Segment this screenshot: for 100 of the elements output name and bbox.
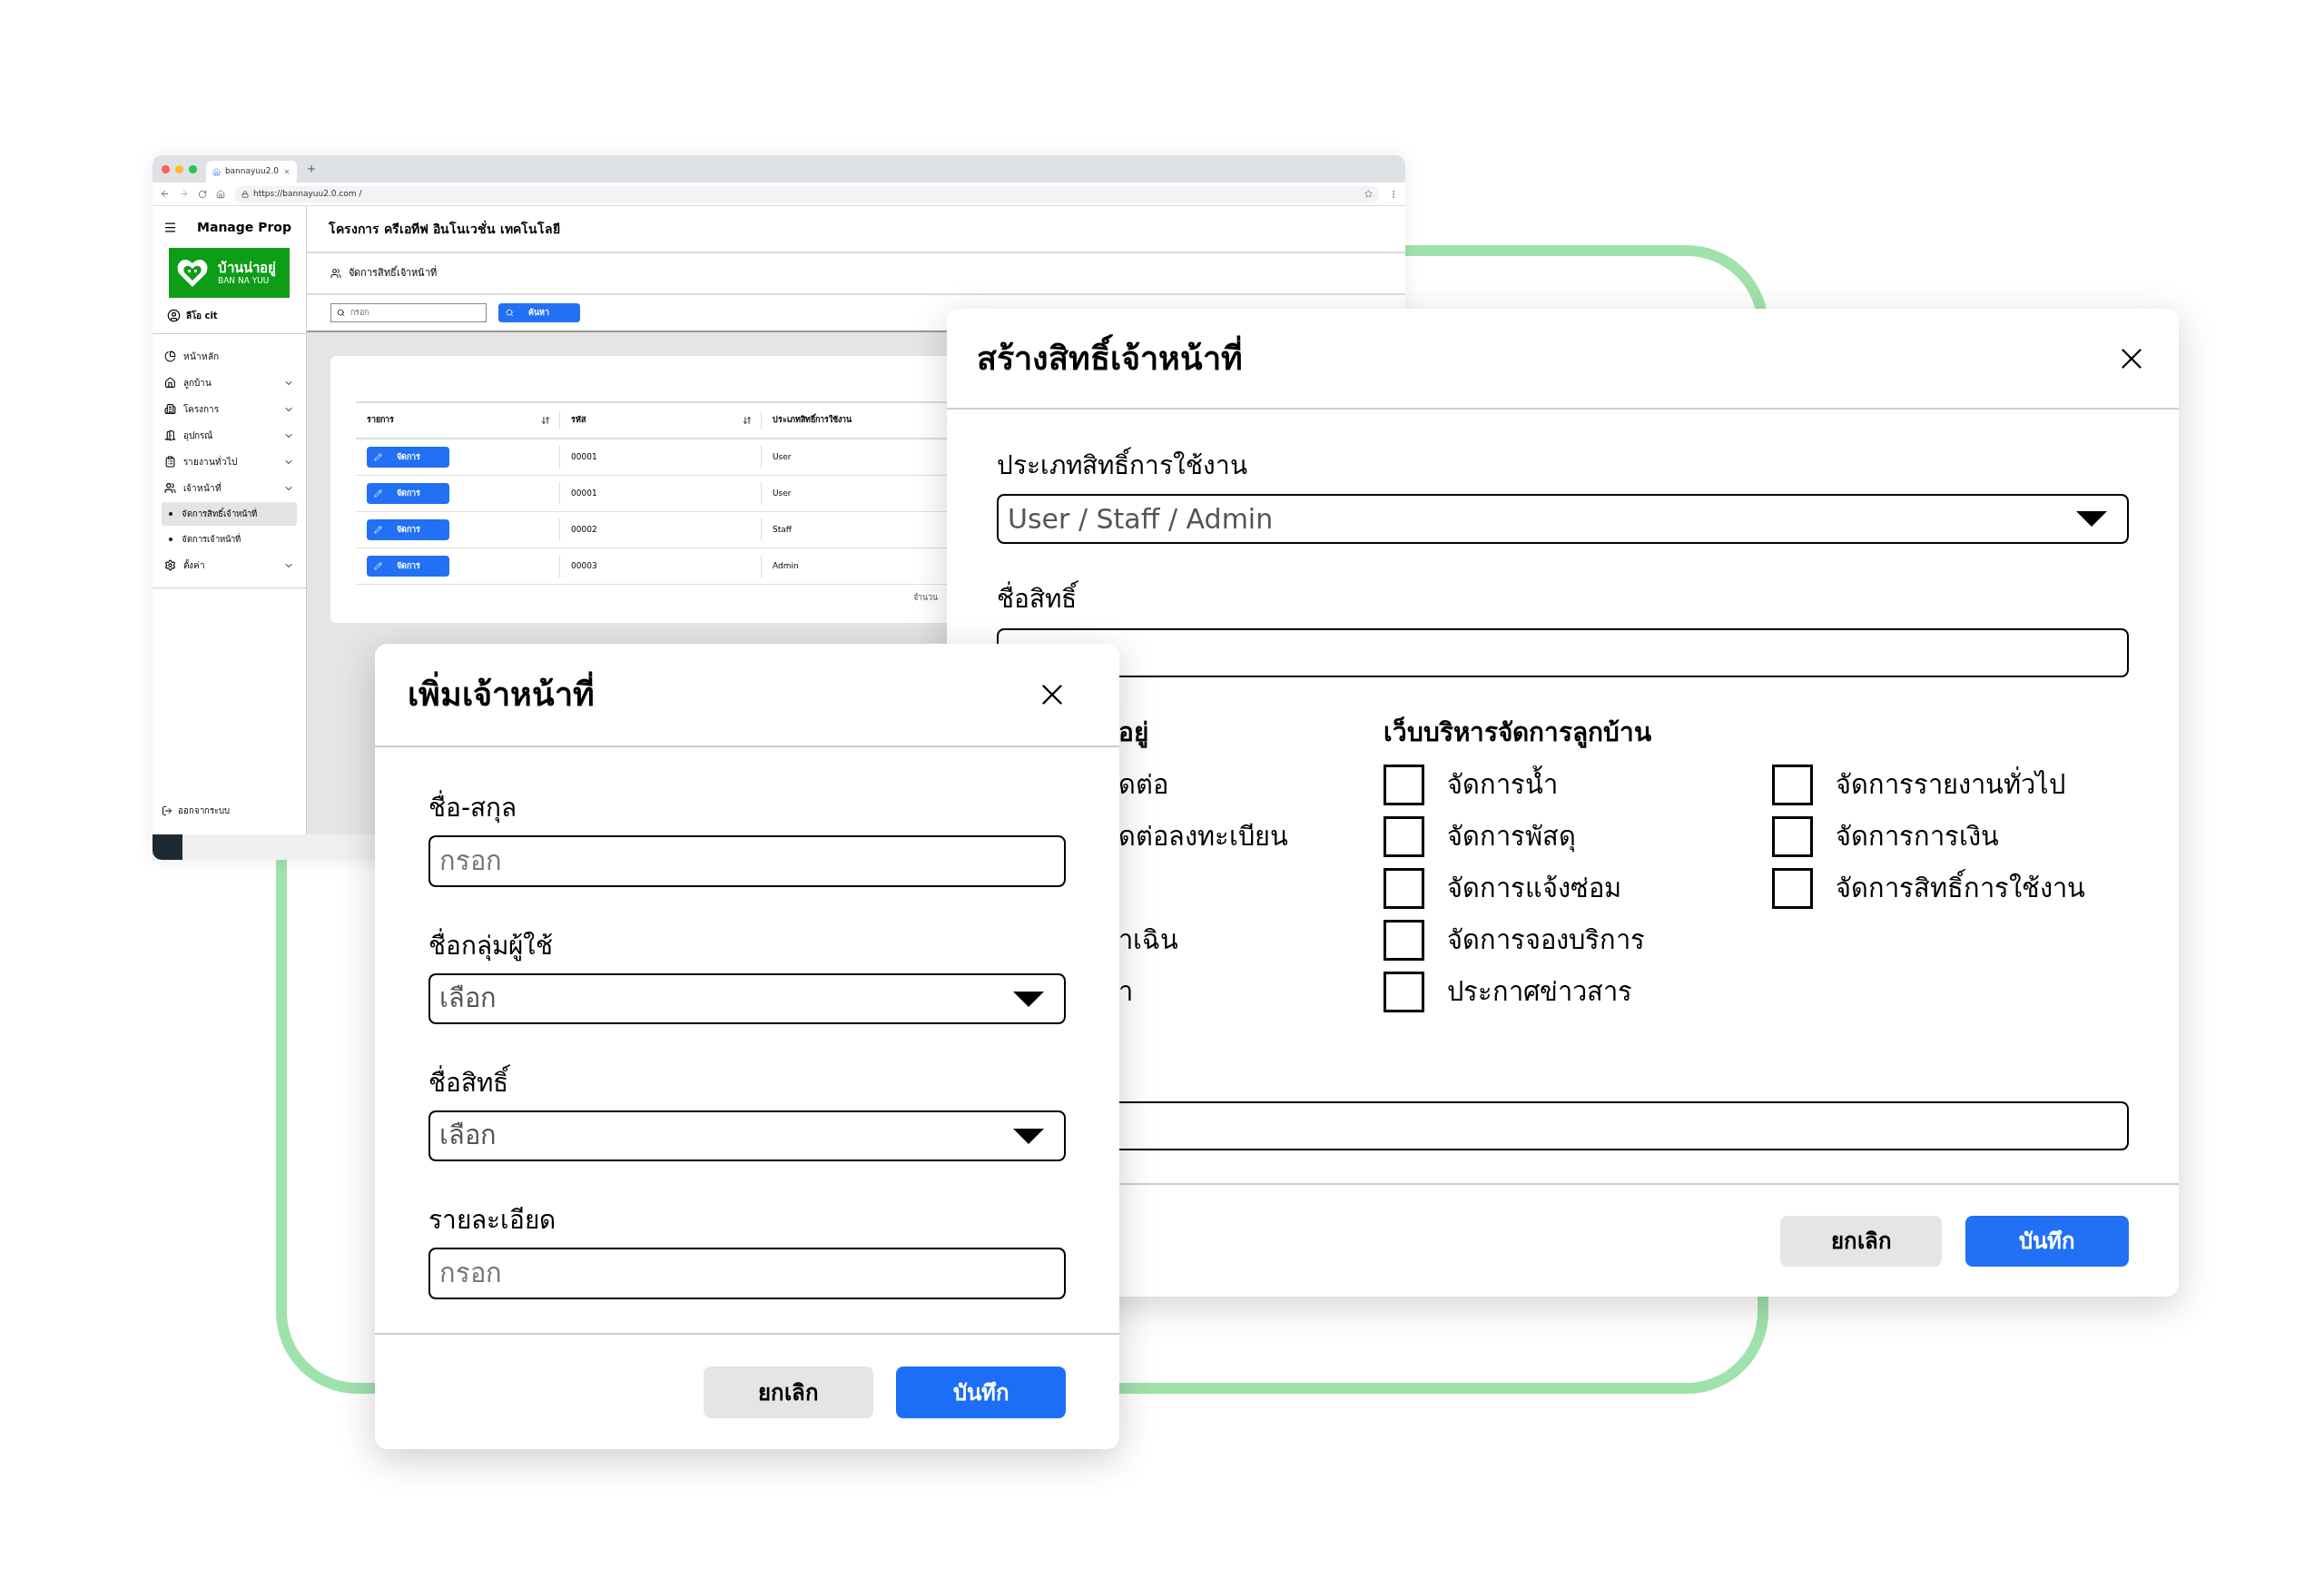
permission-label: จัดการรายงานทั่วไป [1836, 765, 2065, 802]
sidebar-item[interactable]: ตั้งค่า [153, 552, 306, 578]
input-field[interactable]: กรอก [428, 1248, 1066, 1299]
pencil-icon [374, 562, 382, 570]
table-cell-text: 00003 [571, 559, 597, 572]
checkbox[interactable] [1384, 920, 1424, 961]
home-icon[interactable] [216, 189, 225, 199]
user-avatar-icon [167, 309, 181, 322]
role-type-select[interactable]: User / Staff / Admin [997, 494, 2129, 544]
dropdown-caret-icon [2076, 511, 2107, 527]
manage-button[interactable]: จัดการ [367, 447, 449, 468]
table-cell-text: 00001 [571, 487, 597, 499]
permission-label: จัดการพัสดุ [1447, 819, 1576, 854]
checkbox[interactable] [1384, 972, 1424, 1012]
select-field[interactable]: เลือก [428, 1110, 1066, 1161]
url-field[interactable]: https://bannayuu2.0.com / [234, 185, 1380, 202]
heart-house-logo-icon [176, 257, 209, 289]
search-icon [506, 309, 514, 317]
app-title: Manage Prop [197, 218, 291, 236]
tab-title: bannayuu2.0 [224, 165, 280, 178]
back-arrow-icon[interactable] [160, 189, 170, 199]
people-icon [330, 268, 341, 279]
permission-label: จัดการจองบริการ [1447, 923, 1645, 957]
door-icon [164, 429, 176, 441]
sidebar-item[interactable]: รายงานทั่วไป [153, 449, 306, 475]
permission-label: จัดการแจ้งซ่อม [1447, 871, 1621, 905]
logo-name: บ้านน่าอยู่ [218, 259, 276, 277]
new-tab-icon[interactable] [306, 163, 317, 174]
project-title: โครงการ ครีเอทีฟ อินโนเวชั่น เทคโนโลยี [329, 219, 560, 238]
pie-chart-icon [164, 350, 176, 362]
field-label: ชื่อกลุ่มผู้ใช้ [428, 930, 1066, 962]
browser-tab[interactable]: bannayuu2.0 [206, 161, 297, 183]
search-button[interactable]: ค้นหา [498, 303, 580, 322]
table-cell-text: 00001 [571, 450, 597, 463]
search-field[interactable]: กรอก [330, 303, 487, 322]
scrollbar-thumb[interactable] [153, 834, 182, 860]
building-icon [164, 403, 176, 415]
save-button[interactable]: บันทึก [896, 1367, 1066, 1418]
settings-icon [164, 559, 176, 571]
checkbox[interactable] [1384, 765, 1424, 805]
table-cell-text: Admin [773, 559, 799, 572]
table-cell-text: User [773, 450, 792, 463]
table-cell-text: User [773, 487, 792, 499]
column-header: รหัส [571, 414, 587, 427]
logo-subtitle: BAN NA YUU [218, 276, 270, 287]
column-header: ประเภทสิทธิ์การใช้งาน [773, 414, 852, 427]
sort-icon[interactable] [743, 416, 752, 425]
dropdown-caret-icon [1013, 991, 1044, 1007]
checkbox[interactable] [1772, 868, 1813, 909]
pencil-icon [374, 489, 382, 498]
breadcrumb: จัดการสิทธิ์เจ้าหน้าที่ [349, 265, 437, 281]
role-name-input[interactable] [997, 628, 2129, 677]
checkbox[interactable] [1384, 816, 1424, 857]
permission-label: ประกาศข่าวสาร [1447, 974, 1632, 1009]
sidebar-item[interactable]: โครงการ [153, 396, 306, 422]
permission-label: ดต่อลงทะเบียน [1118, 819, 1288, 854]
sidebar-subitem[interactable]: จัดการสิทธิ์เจ้าหน้าที่ [162, 502, 297, 526]
save-button[interactable]: บันทึก [1965, 1216, 2129, 1267]
permission-label: จัดการสิทธิ์การใช้งาน [1836, 868, 2085, 909]
manage-button[interactable]: จัดการ [367, 519, 449, 540]
permission-label: จัดการการเงิน [1836, 819, 1999, 854]
url-text: https://bannayuu2.0.com / [253, 187, 363, 200]
select-field[interactable]: เลือก [428, 973, 1066, 1024]
field-label: ชื่อ-สกุล [428, 792, 1066, 824]
sidebar-item[interactable]: อุปกรณ์ [153, 422, 306, 449]
cancel-button[interactable]: ยกเลิก [704, 1367, 873, 1418]
checkbox[interactable] [1772, 765, 1813, 805]
reload-icon[interactable] [198, 189, 207, 199]
star-icon[interactable] [1364, 190, 1373, 198]
pencil-icon [374, 453, 382, 461]
manage-button[interactable]: จัดการ [367, 483, 449, 504]
people-icon [164, 482, 176, 494]
sidebar-item[interactable]: หน้าหลัก [153, 343, 306, 370]
lock-icon [241, 190, 249, 198]
manage-button[interactable]: จัดการ [367, 556, 449, 577]
checkbox[interactable] [1384, 868, 1424, 909]
dialog-title: สร้างสิทธิ์เจ้าหน้าที่ [977, 333, 1243, 383]
dialog-title: เพิ่มเจ้าหน้าที่ [408, 670, 595, 719]
input-field[interactable]: กรอก [428, 835, 1066, 887]
permission-label: า [1118, 974, 1133, 1009]
sidebar-item[interactable]: ลูกบ้าน [153, 370, 306, 396]
sidebar-subitem[interactable]: จัดการเจ้าหน้าที่ [162, 528, 297, 551]
dropdown-caret-icon [1013, 1128, 1044, 1144]
cancel-button[interactable]: ยกเลิก [1780, 1216, 1942, 1267]
logout-icon[interactable] [162, 805, 172, 816]
sidebar-item[interactable]: เจ้าหน้าที่ [153, 475, 306, 501]
menu-icon[interactable] [163, 220, 177, 234]
search-icon [337, 309, 345, 317]
table-cell-text: Staff [773, 523, 792, 536]
user-name: ลีโอ cit [186, 310, 218, 322]
field-label: รายละเอียด [428, 1204, 556, 1237]
permission-label: ดต่อ [1118, 767, 1168, 802]
house-icon [212, 167, 221, 176]
sort-icon[interactable] [541, 416, 550, 425]
checkbox[interactable] [1772, 816, 1813, 857]
column-heading: อยู่ [1118, 716, 1148, 750]
pencil-icon [374, 526, 382, 534]
logout-link[interactable]: ออกจากระบบ [178, 804, 230, 818]
clipboard-icon [164, 456, 176, 468]
table-cell-text: 00002 [571, 523, 597, 536]
